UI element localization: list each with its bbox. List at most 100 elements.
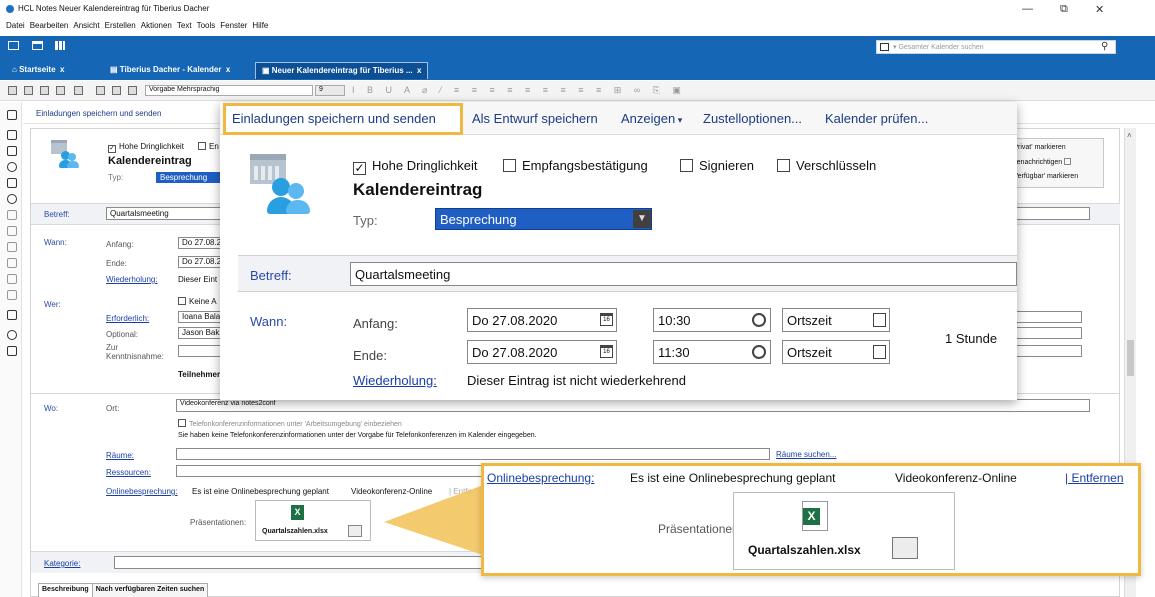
mark-available-button[interactable]: 'Verfügbar' markieren (1012, 173, 1078, 180)
start-timezone-input[interactable]: Ortszeit (782, 308, 890, 332)
subject-input[interactable]: Quartalsmeeting (350, 262, 1017, 286)
search-icon[interactable]: ⚲ (1101, 41, 1108, 52)
close-icon[interactable]: ✕ (1095, 3, 1104, 16)
list-icon[interactable] (7, 310, 17, 320)
menu-actions[interactable]: Aktionen (141, 21, 172, 33)
sign-checkbox[interactable]: Signieren (680, 158, 754, 173)
subject-input-small[interactable]: Quartalsmeeting (106, 207, 226, 220)
location-input[interactable]: Videokonferenz via notes2conf (176, 399, 1090, 412)
menu-window[interactable]: Fenster (220, 21, 247, 33)
receipt-checkbox[interactable]: Empfangsbestätigung (503, 158, 648, 173)
no-attendees-checkbox[interactable]: Keine A (178, 297, 217, 306)
forward-icon[interactable] (7, 210, 17, 220)
repeat-link[interactable]: Wiederholung: (353, 373, 437, 388)
online-meeting-link-small[interactable]: Onlinebesprechung: (106, 487, 178, 496)
style-select[interactable]: Vorgabe Mehrsprachig (145, 85, 313, 96)
scroll-thumb[interactable] (1127, 340, 1134, 376)
tab-close-icon[interactable]: x (60, 65, 64, 74)
lock-icon[interactable] (7, 178, 17, 188)
menu-file[interactable]: Datei (6, 21, 25, 33)
cut-icon[interactable] (8, 86, 17, 95)
receipt-checkbox-small[interactable]: En (198, 142, 219, 151)
home-side-icon[interactable] (7, 346, 17, 356)
attachment-box-small[interactable]: X Quartalszahlen.xlsx (255, 500, 371, 541)
start-date-input[interactable]: Do 27.08.2020 16 (467, 308, 617, 332)
rooms-search-link[interactable]: Räume suchen... (776, 450, 836, 459)
tab-description[interactable]: Beschreibung (38, 583, 93, 597)
paste-special-icon[interactable] (56, 86, 65, 95)
phone-conf-checkbox[interactable]: Telefonkonferenzinformationen unter 'Arb… (178, 419, 402, 428)
fyi-input-right[interactable] (1014, 345, 1082, 357)
save-send-button[interactable]: Einladungen speichern und senden (232, 111, 436, 126)
resources-input[interactable] (176, 465, 482, 477)
contacts-icon[interactable] (7, 110, 17, 120)
clock-icon[interactable] (752, 313, 766, 327)
subject-input-right[interactable] (1012, 207, 1090, 220)
check-calendar-button[interactable]: Kalender prüfen... (825, 111, 928, 126)
rooms-link[interactable]: Räume: (106, 451, 134, 460)
refresh-icon[interactable] (7, 194, 17, 204)
folder-icon[interactable] (7, 242, 17, 252)
category-link[interactable]: Kategorie: (44, 559, 80, 568)
calendar-icon[interactable] (32, 41, 43, 50)
tab-home[interactable]: ⌂ Startseite x (6, 62, 70, 79)
timezone-picker-icon[interactable] (873, 313, 886, 327)
attachment-action-icon[interactable] (892, 537, 918, 559)
menu-view[interactable]: Ansicht (73, 21, 99, 33)
end-date-input[interactable]: Do 27.08.2020 16 (467, 340, 617, 364)
save-send-button-small[interactable]: Einladungen speichern und senden (36, 109, 161, 118)
urgent-checkbox[interactable]: ✓ Hohe Dringlichkeit (353, 158, 478, 175)
tab-find-free-times[interactable]: Nach verfügbaren Zeiten suchen (92, 583, 209, 597)
tab-calendar[interactable]: ▤ Tiberius Dacher - Kalender x (104, 62, 236, 79)
print-icon[interactable] (112, 86, 121, 95)
timezone-picker-icon[interactable] (873, 345, 886, 359)
encrypt-checkbox[interactable]: Verschlüsseln (777, 158, 876, 173)
attachment-box[interactable]: X Quartalszahlen.xlsx (733, 492, 955, 570)
text-format-icons[interactable]: I B U A ⌀ ⁄ ≡ ≡ ≡ ≡ ≡ ≡ ≡ ≡ ≡ ⊞ ∞ ⎘ ▣ (352, 85, 686, 96)
show-menu-button[interactable]: Anzeigen ▾ (621, 111, 682, 126)
calendar-side-icon[interactable] (7, 146, 17, 156)
delivery-options-button[interactable]: Zustelloptionen... (703, 111, 802, 126)
menu-edit[interactable]: Bearbeiten (30, 21, 69, 33)
search-box[interactable]: ▾ Gesamter Kalender suchen ⚲ (876, 40, 1116, 54)
reply-icon[interactable] (7, 226, 17, 236)
menu-text[interactable]: Text (177, 21, 192, 33)
document-icon[interactable] (7, 274, 17, 284)
rooms-input[interactable] (176, 448, 770, 460)
required-link[interactable]: Erforderlich: (106, 314, 149, 323)
properties-icon[interactable] (128, 86, 137, 95)
notes-icon[interactable] (7, 290, 17, 300)
menu-help[interactable]: Hilfe (252, 21, 268, 33)
mail-icon[interactable] (8, 41, 19, 50)
highlight-icon[interactable] (96, 86, 105, 95)
save-draft-button[interactable]: Als Entwurf speichern (472, 111, 598, 126)
paste-icon[interactable] (40, 86, 49, 95)
tab-close-icon[interactable]: x (226, 65, 230, 74)
repeat-link-small[interactable]: Wiederholung: (106, 275, 158, 284)
remove-link[interactable]: | Entfernen (1065, 471, 1124, 485)
online-meeting-link[interactable]: Onlinebesprechung: (487, 471, 594, 485)
tag-icon[interactable] (7, 258, 17, 268)
tab-close-icon[interactable]: x (417, 66, 421, 75)
mail-side-icon[interactable] (7, 130, 17, 140)
info-icon[interactable] (7, 330, 17, 340)
person-icon[interactable] (7, 162, 17, 172)
font-size-select[interactable]: 9 (315, 85, 345, 96)
menu-tools[interactable]: Tools (197, 21, 216, 33)
end-time-input[interactable]: 11:30 (653, 340, 771, 364)
apps-grid-icon[interactable] (55, 41, 65, 50)
notify-button[interactable]: Benachrichtigen (1012, 158, 1072, 166)
mark-private-button[interactable]: 'Privat' markieren (1012, 144, 1066, 151)
scroll-up-icon[interactable]: ˄ (1127, 131, 1132, 140)
dropdown-arrow-icon[interactable]: ▼ (633, 210, 651, 228)
copy-icon[interactable] (24, 86, 33, 95)
resources-link[interactable]: Ressourcen: (106, 468, 151, 477)
start-time-input[interactable]: 10:30 (653, 308, 771, 332)
clock-icon[interactable] (752, 345, 766, 359)
minimize-icon[interactable]: — (1022, 3, 1033, 15)
undo-icon[interactable] (74, 86, 83, 95)
attachment-action-icon-small[interactable] (348, 525, 362, 537)
required-input-right[interactable] (1014, 311, 1082, 323)
type-select-small[interactable]: Besprechung (156, 172, 226, 183)
tab-new-entry[interactable]: ▣ Neuer Kalendereintrag für Tiberius ...… (255, 62, 429, 79)
